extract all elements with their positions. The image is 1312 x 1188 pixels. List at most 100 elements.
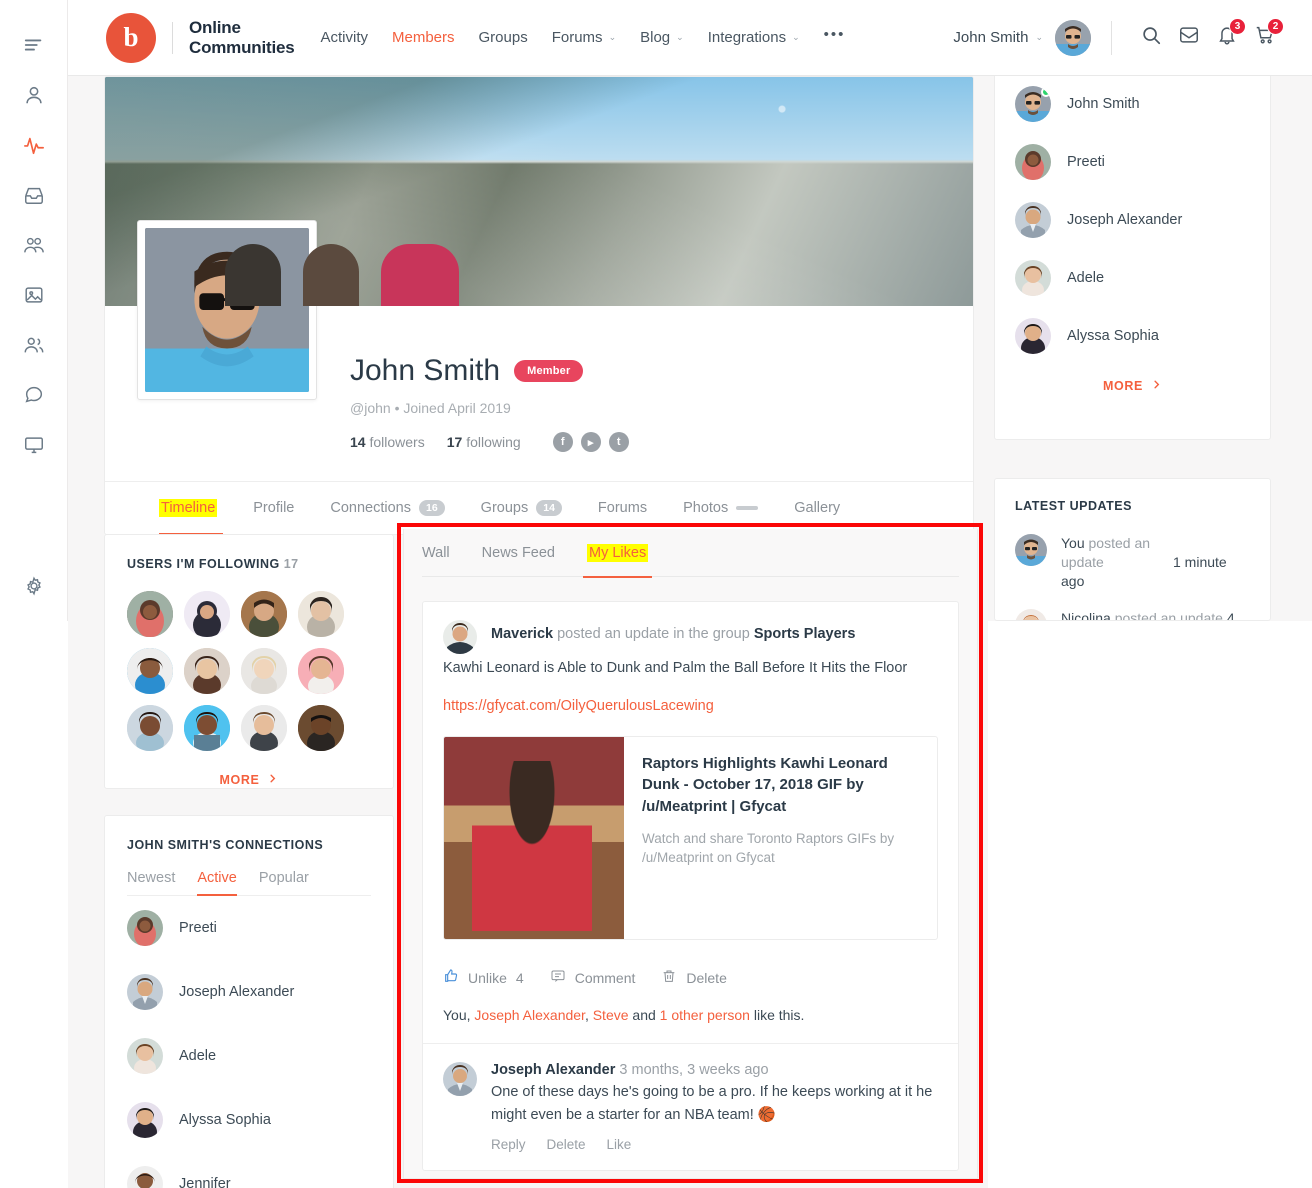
rail-item-groups[interactable] xyxy=(0,320,68,370)
delete-button[interactable]: Delete xyxy=(661,968,727,987)
header-right-cluster: John Smith ⌄ 3 2 xyxy=(953,17,1284,57)
tab-timeline[interactable]: Timeline xyxy=(159,482,235,534)
nav-label: Forums xyxy=(551,29,603,46)
list-item[interactable]: Joseph Alexander xyxy=(995,191,1270,249)
rail-item-media[interactable] xyxy=(0,270,68,320)
feed-tab-news-feed[interactable]: News Feed xyxy=(466,529,571,577)
rail-item-profile[interactable] xyxy=(0,70,68,120)
tab-photos[interactable]: Photos xyxy=(665,482,776,535)
following-more-button[interactable]: MORE xyxy=(105,751,393,807)
following-avatar[interactable] xyxy=(241,705,287,751)
nav-item-groups[interactable]: Groups xyxy=(479,29,528,46)
connections-tab-newest[interactable]: Newest xyxy=(127,870,175,895)
connections-tab-popular[interactable]: Popular xyxy=(259,870,309,895)
comment-button[interactable]: Comment xyxy=(550,968,635,987)
avatar[interactable] xyxy=(443,1062,477,1096)
connections-tab-active[interactable]: Active xyxy=(197,870,237,896)
comment-delete-button[interactable]: Delete xyxy=(547,1137,586,1152)
tab-label: Wall xyxy=(422,545,450,561)
rail-item-settings[interactable] xyxy=(0,561,68,611)
following-avatar[interactable] xyxy=(127,591,173,637)
link-preview-embed[interactable]: Raptors Highlights Kawhi Leonard Dunk - … xyxy=(443,736,938,940)
liker-link[interactable]: Joseph Alexander xyxy=(474,1007,585,1023)
members-more-button[interactable]: MORE xyxy=(995,365,1270,413)
following-avatar[interactable] xyxy=(184,705,230,751)
list-item[interactable]: Preeti xyxy=(127,896,371,960)
list-item[interactable]: Adele xyxy=(127,1024,371,1088)
post-link[interactable]: https://gfycat.com/OilyQuerulousLacewing xyxy=(443,698,938,714)
youtube-icon[interactable]: ▸ xyxy=(580,432,601,452)
list-item[interactable]: Nicolina posted an update 4 months ago xyxy=(995,600,1270,620)
comment-like-button[interactable]: Like xyxy=(607,1137,632,1152)
inbox-button[interactable] xyxy=(1170,19,1208,57)
list-item[interactable]: Adele xyxy=(995,249,1270,307)
following-avatar[interactable] xyxy=(241,591,287,637)
following-avatar[interactable] xyxy=(298,705,344,751)
feed-tab-wall[interactable]: Wall xyxy=(422,529,466,577)
tab-connections[interactable]: Connections 16 xyxy=(312,482,462,535)
nav-item-members[interactable]: Members xyxy=(392,29,455,46)
rail-item-forums[interactable] xyxy=(0,370,68,420)
more-label: MORE xyxy=(219,773,260,787)
likes-other-link[interactable]: 1 other person xyxy=(660,1007,750,1023)
nav-overflow-button[interactable]: ••• xyxy=(824,27,846,44)
left-icon-rail xyxy=(0,0,68,621)
tab-label: Groups xyxy=(480,500,529,516)
unlike-button[interactable]: Unlike 4 xyxy=(443,968,524,987)
comment-actions: Reply Delete Like xyxy=(491,1137,938,1152)
avatar[interactable] xyxy=(443,620,477,654)
search-button[interactable] xyxy=(1132,19,1170,57)
following-avatar[interactable] xyxy=(298,648,344,694)
following-avatar[interactable] xyxy=(127,648,173,694)
cart-button[interactable]: 2 xyxy=(1246,17,1284,57)
rail-item-friends[interactable] xyxy=(0,220,68,270)
tab-forums[interactable]: Forums xyxy=(580,482,665,535)
avatar xyxy=(127,1102,163,1138)
rail-item-screens[interactable] xyxy=(0,420,68,470)
likes-separator: , xyxy=(584,1007,593,1023)
liker-link[interactable]: Steve xyxy=(593,1007,629,1023)
tab-groups[interactable]: Groups 14 xyxy=(463,482,580,535)
member-name: Alyssa Sophia xyxy=(1067,328,1159,344)
following-avatar[interactable] xyxy=(184,648,230,694)
header-avatar[interactable] xyxy=(1055,19,1091,56)
nav-item-integrations[interactable]: Integrations ⌄ xyxy=(708,29,800,46)
list-item[interactable]: Alyssa Sophia xyxy=(995,307,1270,365)
following-stat[interactable]: 17 following xyxy=(447,434,521,450)
nav-item-blog[interactable]: Blog ⌄ xyxy=(640,29,684,46)
tab-count: 14 xyxy=(536,500,562,516)
profile-info: John Smith Member @john • Joined April 2… xyxy=(350,354,629,452)
header-user-name[interactable]: John Smith xyxy=(953,29,1028,46)
comment-reply-button[interactable]: Reply xyxy=(491,1137,526,1152)
twitter-icon[interactable]: t xyxy=(608,432,629,452)
tab-profile[interactable]: Profile xyxy=(235,482,312,535)
list-item[interactable]: Jennifer xyxy=(127,1152,371,1188)
list-item[interactable]: Alyssa Sophia xyxy=(127,1088,371,1152)
nav-item-activity[interactable]: Activity xyxy=(320,29,368,46)
facebook-icon[interactable]: f xyxy=(552,432,573,452)
person-icon xyxy=(23,84,45,106)
list-item[interactable]: John Smith xyxy=(995,75,1270,133)
list-item[interactable]: You posted an update 1 minute ago xyxy=(995,525,1270,600)
hamburger-menu-button[interactable] xyxy=(0,20,68,70)
comment-author[interactable]: Joseph Alexander xyxy=(491,1062,615,1078)
nav-item-forums[interactable]: Forums ⌄ xyxy=(552,29,616,46)
following-avatar[interactable] xyxy=(298,591,344,637)
following-avatar[interactable] xyxy=(241,648,287,694)
rail-item-activity[interactable] xyxy=(0,120,68,170)
following-avatar[interactable] xyxy=(184,591,230,637)
post-author[interactable]: Maverick xyxy=(491,626,553,642)
cover-person xyxy=(381,244,459,306)
chevron-down-icon[interactable]: ⌄ xyxy=(1035,32,1043,43)
feed-tab-my-likes[interactable]: My Likes xyxy=(571,529,664,578)
tab-label: Connections xyxy=(330,500,411,516)
notifications-button[interactable]: 3 xyxy=(1208,17,1246,57)
following-avatar[interactable] xyxy=(127,705,173,751)
followers-stat[interactable]: 14 followers xyxy=(350,434,425,450)
list-item[interactable]: Joseph Alexander xyxy=(127,960,371,1024)
post-group[interactable]: Sports Players xyxy=(754,626,856,642)
rail-item-messages[interactable] xyxy=(0,170,68,220)
tab-gallery[interactable]: Gallery xyxy=(776,482,858,535)
brand-logo[interactable]: b Online Communities xyxy=(106,12,295,63)
list-item[interactable]: Preeti xyxy=(995,133,1270,191)
